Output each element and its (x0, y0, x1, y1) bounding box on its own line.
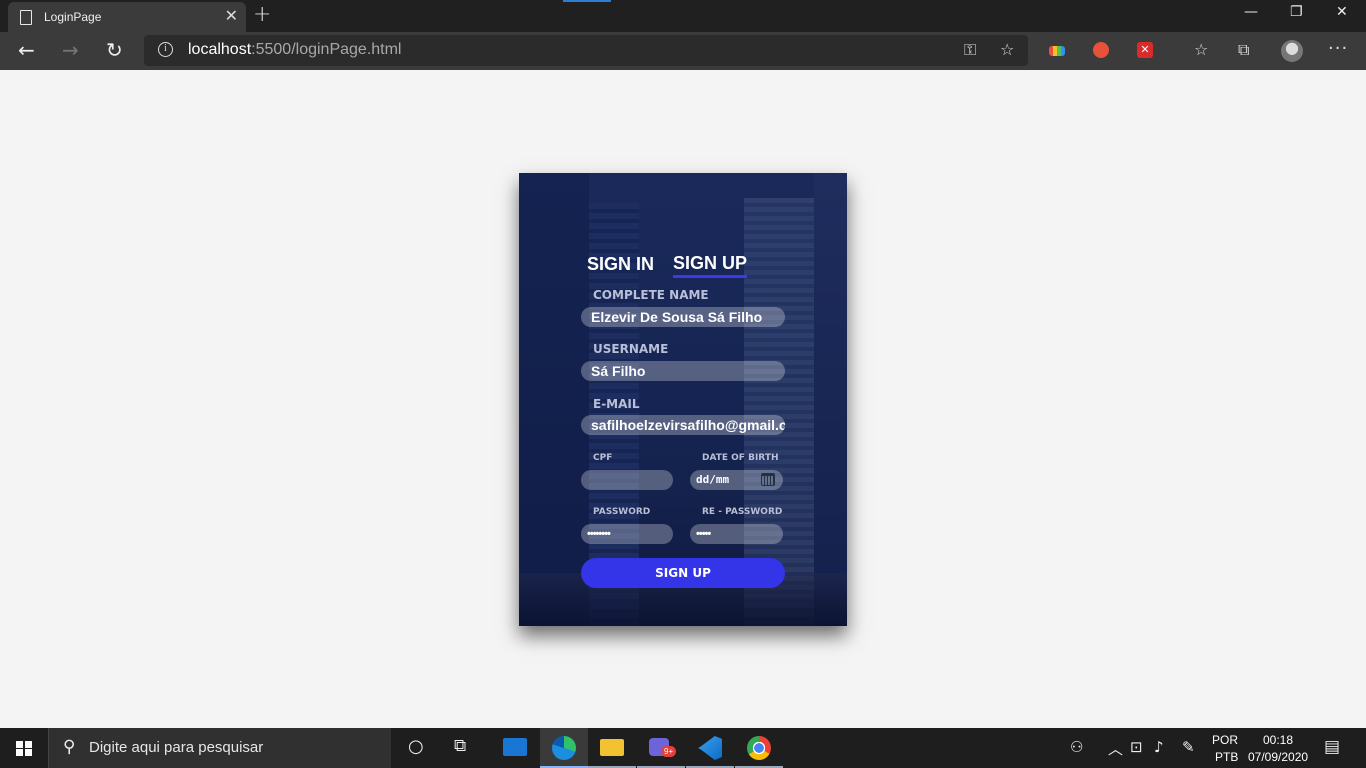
chrome-icon (747, 736, 771, 760)
taskbar-search[interactable]: ⚲ Digite aqui para pesquisar (48, 728, 391, 768)
browser-tab[interactable]: LoginPage ✕ (8, 2, 246, 32)
mail-icon (503, 738, 527, 756)
minimize-button[interactable]: — (1244, 4, 1258, 20)
titlebar-accent (563, 0, 611, 2)
browser-toolbar: ← → ↻ i localhost:5500/loginPage.html ⚿ … (0, 32, 1366, 70)
search-icon: ⚲ (63, 737, 76, 757)
cpf-label: CPF (593, 453, 613, 463)
extension-close-icon[interactable]: ✕ (1137, 42, 1153, 58)
page-viewport: SIGN IN SIGN UP COMPLETE NAME Elzevir De… (0, 70, 1366, 728)
info-icon[interactable]: i (158, 42, 173, 57)
browser-titlebar: LoginPage ✕ + — ❐ ✕ (0, 0, 1366, 32)
page-icon (20, 10, 32, 25)
pen-icon[interactable]: ✎ (1182, 738, 1195, 756)
favorites-icon[interactable]: ☆ (1194, 40, 1208, 59)
taskbar-vscode[interactable] (686, 728, 734, 768)
language-top[interactable]: POR (1212, 733, 1238, 747)
complete-name-input[interactable]: Elzevir De Sousa Sá Filho (581, 307, 785, 327)
signup-card: SIGN IN SIGN UP COMPLETE NAME Elzevir De… (519, 173, 847, 626)
more-options-icon[interactable]: ··· (1328, 38, 1348, 59)
url-text[interactable]: localhost:5500/loginPage.html (188, 41, 401, 59)
tab-title: LoginPage (44, 10, 102, 24)
tab-sign-up[interactable]: SIGN UP (673, 253, 748, 278)
taskbar-mail[interactable] (491, 728, 539, 768)
username-input[interactable]: Sá Filho (581, 361, 785, 381)
cpf-input[interactable] (581, 470, 673, 490)
email-input[interactable]: safilhoelzevirsafilho@gmail.c (581, 415, 785, 435)
re-password-input[interactable]: ••••• (690, 524, 783, 544)
extension-pin-icon[interactable] (1093, 42, 1109, 58)
taskbar-search-placeholder: Digite aqui para pesquisar (89, 739, 264, 756)
restore-button[interactable]: ❐ (1290, 4, 1303, 20)
windows-start-icon[interactable] (16, 741, 32, 756)
tab-sign-in[interactable]: SIGN IN (587, 254, 654, 275)
back-arrow-icon[interactable]: ← (18, 38, 35, 62)
taskbar-chrome[interactable] (735, 728, 783, 768)
date-of-birth-label: DATE OF BIRTH (702, 453, 779, 463)
clock-time[interactable]: 00:18 (1263, 733, 1293, 747)
password-input[interactable]: •••••••• (581, 524, 673, 544)
volume-icon[interactable]: ♪ (1154, 738, 1164, 756)
taskbar-explorer[interactable] (588, 728, 636, 768)
re-password-label: RE - PASSWORD (702, 507, 783, 517)
calendar-icon[interactable] (761, 473, 775, 486)
collections-icon[interactable]: ⧉ (1238, 40, 1249, 60)
language-bottom[interactable]: PTB (1215, 750, 1238, 764)
sign-up-button[interactable]: SIGN UP (581, 558, 785, 588)
chevron-up-icon[interactable]: ︿ (1108, 738, 1123, 759)
key-icon[interactable]: ⚿ (964, 40, 976, 60)
date-of-birth-value: dd/mm (696, 473, 730, 486)
notification-icon[interactable]: ▤ (1324, 737, 1340, 757)
clock-date[interactable]: 07/09/2020 (1248, 750, 1308, 764)
profile-avatar[interactable] (1281, 40, 1303, 62)
new-tab-button[interactable]: + (253, 2, 271, 27)
taskbar-chat[interactable]: 9+ (637, 728, 685, 768)
vscode-icon (698, 736, 722, 760)
cortana-icon[interactable]: ○ (408, 736, 424, 757)
password-label: PASSWORD (593, 507, 651, 517)
folder-icon (600, 739, 624, 756)
task-view-icon[interactable]: ⧉ (454, 736, 466, 756)
date-of-birth-input[interactable]: dd/mm (690, 470, 783, 490)
refresh-icon[interactable]: ↻ (106, 38, 123, 62)
url-path: :5500/loginPage.html (251, 41, 402, 58)
address-bar[interactable]: i localhost:5500/loginPage.html ⚿ ☆ (144, 35, 1028, 66)
taskbar-edge[interactable] (540, 728, 588, 768)
url-host: localhost (188, 41, 252, 58)
extension-color-icon[interactable] (1049, 46, 1065, 56)
close-window-button[interactable]: ✕ (1336, 4, 1348, 20)
edge-icon (552, 736, 576, 760)
username-label: USERNAME (593, 342, 669, 356)
people-icon[interactable]: ⚇ (1070, 738, 1083, 756)
email-label: E-MAIL (593, 397, 640, 411)
forward-arrow-icon[interactable]: → (62, 38, 79, 62)
windows-taskbar: ⚲ Digite aqui para pesquisar ○ ⧉ 9+ ⚇ ︿ … (0, 728, 1366, 768)
tab-close-icon[interactable]: ✕ (225, 6, 238, 25)
complete-name-label: COMPLETE NAME (593, 288, 709, 302)
network-icon[interactable]: ⊡ (1130, 738, 1143, 756)
chat-badge: 9+ (661, 746, 677, 757)
star-icon[interactable]: ☆ (1000, 40, 1014, 59)
